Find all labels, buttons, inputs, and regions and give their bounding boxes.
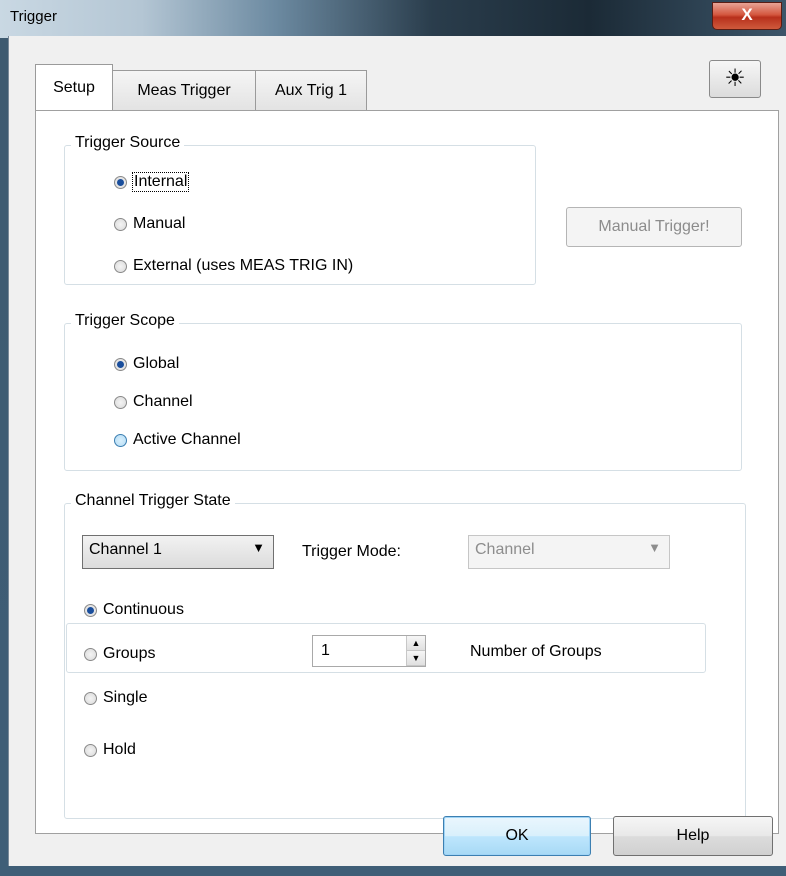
radio-continuous[interactable]: Continuous xyxy=(84,601,184,619)
radio-label: Internal xyxy=(131,172,190,192)
radio-external[interactable]: External (uses MEAS TRIG IN) xyxy=(114,257,353,275)
radio-label: Global xyxy=(133,355,180,372)
radio-active-channel[interactable]: Active Channel xyxy=(114,431,241,449)
radio-manual[interactable]: Manual xyxy=(114,215,185,233)
channel-trigger-state-legend: Channel Trigger State xyxy=(71,492,235,510)
radio-dot xyxy=(84,691,97,705)
radio-dot xyxy=(114,259,127,273)
radio-dot xyxy=(84,647,97,661)
trigger-scope-legend: Trigger Scope xyxy=(71,312,179,330)
radio-label: Manual xyxy=(133,215,186,232)
trigger-dialog: Trigger X Setup Meas Trigger Aux Trig 1 … xyxy=(0,0,786,876)
radio-dot xyxy=(114,433,127,447)
radio-dot xyxy=(84,603,97,617)
tab-aux-trig-1[interactable]: Aux Trig 1 xyxy=(255,70,367,110)
window-title: Trigger xyxy=(10,8,57,25)
trigger-mode-value: Channel xyxy=(475,541,535,558)
number-of-groups-label: Number of Groups xyxy=(470,643,602,660)
trigger-source-legend: Trigger Source xyxy=(71,134,185,152)
radio-label: Groups xyxy=(103,645,156,662)
title-bar[interactable]: Trigger X xyxy=(0,0,786,38)
close-button[interactable]: X xyxy=(712,2,782,30)
radio-dot xyxy=(114,357,127,371)
radio-dot xyxy=(114,217,127,231)
trigger-mode-select[interactable]: Channel ▼ xyxy=(468,535,670,569)
radio-global[interactable]: Global xyxy=(114,355,179,373)
groups-value: 1 xyxy=(321,642,330,659)
radio-label: Hold xyxy=(103,741,136,758)
radio-dot xyxy=(114,175,127,189)
radio-channel[interactable]: Channel xyxy=(114,393,193,411)
radio-dot xyxy=(84,743,97,757)
chevron-down-icon: ▼ xyxy=(648,540,661,555)
dialog-client-area: Setup Meas Trigger Aux Trig 1 ☀ Trigger … xyxy=(8,36,786,866)
channel-select[interactable]: Channel 1 ▼ xyxy=(82,535,274,569)
radio-internal[interactable]: Internal xyxy=(114,172,190,192)
radio-label: Continuous xyxy=(103,601,184,618)
spin-down-icon[interactable]: ▼ xyxy=(407,651,425,666)
trigger-mode-label: Trigger Mode: xyxy=(302,543,401,560)
radio-label: Channel xyxy=(133,393,193,410)
tab-setup[interactable]: Setup xyxy=(35,64,113,110)
ok-button[interactable]: OK xyxy=(443,816,591,856)
radio-label: External (uses MEAS TRIG IN) xyxy=(133,257,354,274)
setup-tab-panel: Trigger Source Internal Manual External … xyxy=(35,110,779,834)
radio-single[interactable]: Single xyxy=(84,689,147,707)
radio-dot xyxy=(114,395,127,409)
chevron-down-icon: ▼ xyxy=(252,540,265,555)
sun-icon: ☀ xyxy=(724,65,746,92)
spinner-arrows[interactable]: ▲ ▼ xyxy=(406,636,425,666)
channel-select-value: Channel 1 xyxy=(89,541,162,558)
radio-groups[interactable]: Groups xyxy=(84,645,155,663)
tab-meas-trigger[interactable]: Meas Trigger xyxy=(112,70,256,110)
radio-label: Single xyxy=(103,689,148,706)
radio-label: Active Channel xyxy=(133,431,241,448)
radio-hold[interactable]: Hold xyxy=(84,741,136,759)
spin-up-icon[interactable]: ▲ xyxy=(407,636,425,651)
brightness-button[interactable]: ☀ xyxy=(709,60,761,98)
help-button[interactable]: Help xyxy=(613,816,773,856)
groups-spinner[interactable]: 1 ▲ ▼ xyxy=(312,635,426,667)
manual-trigger-button[interactable]: Manual Trigger! xyxy=(566,207,742,247)
